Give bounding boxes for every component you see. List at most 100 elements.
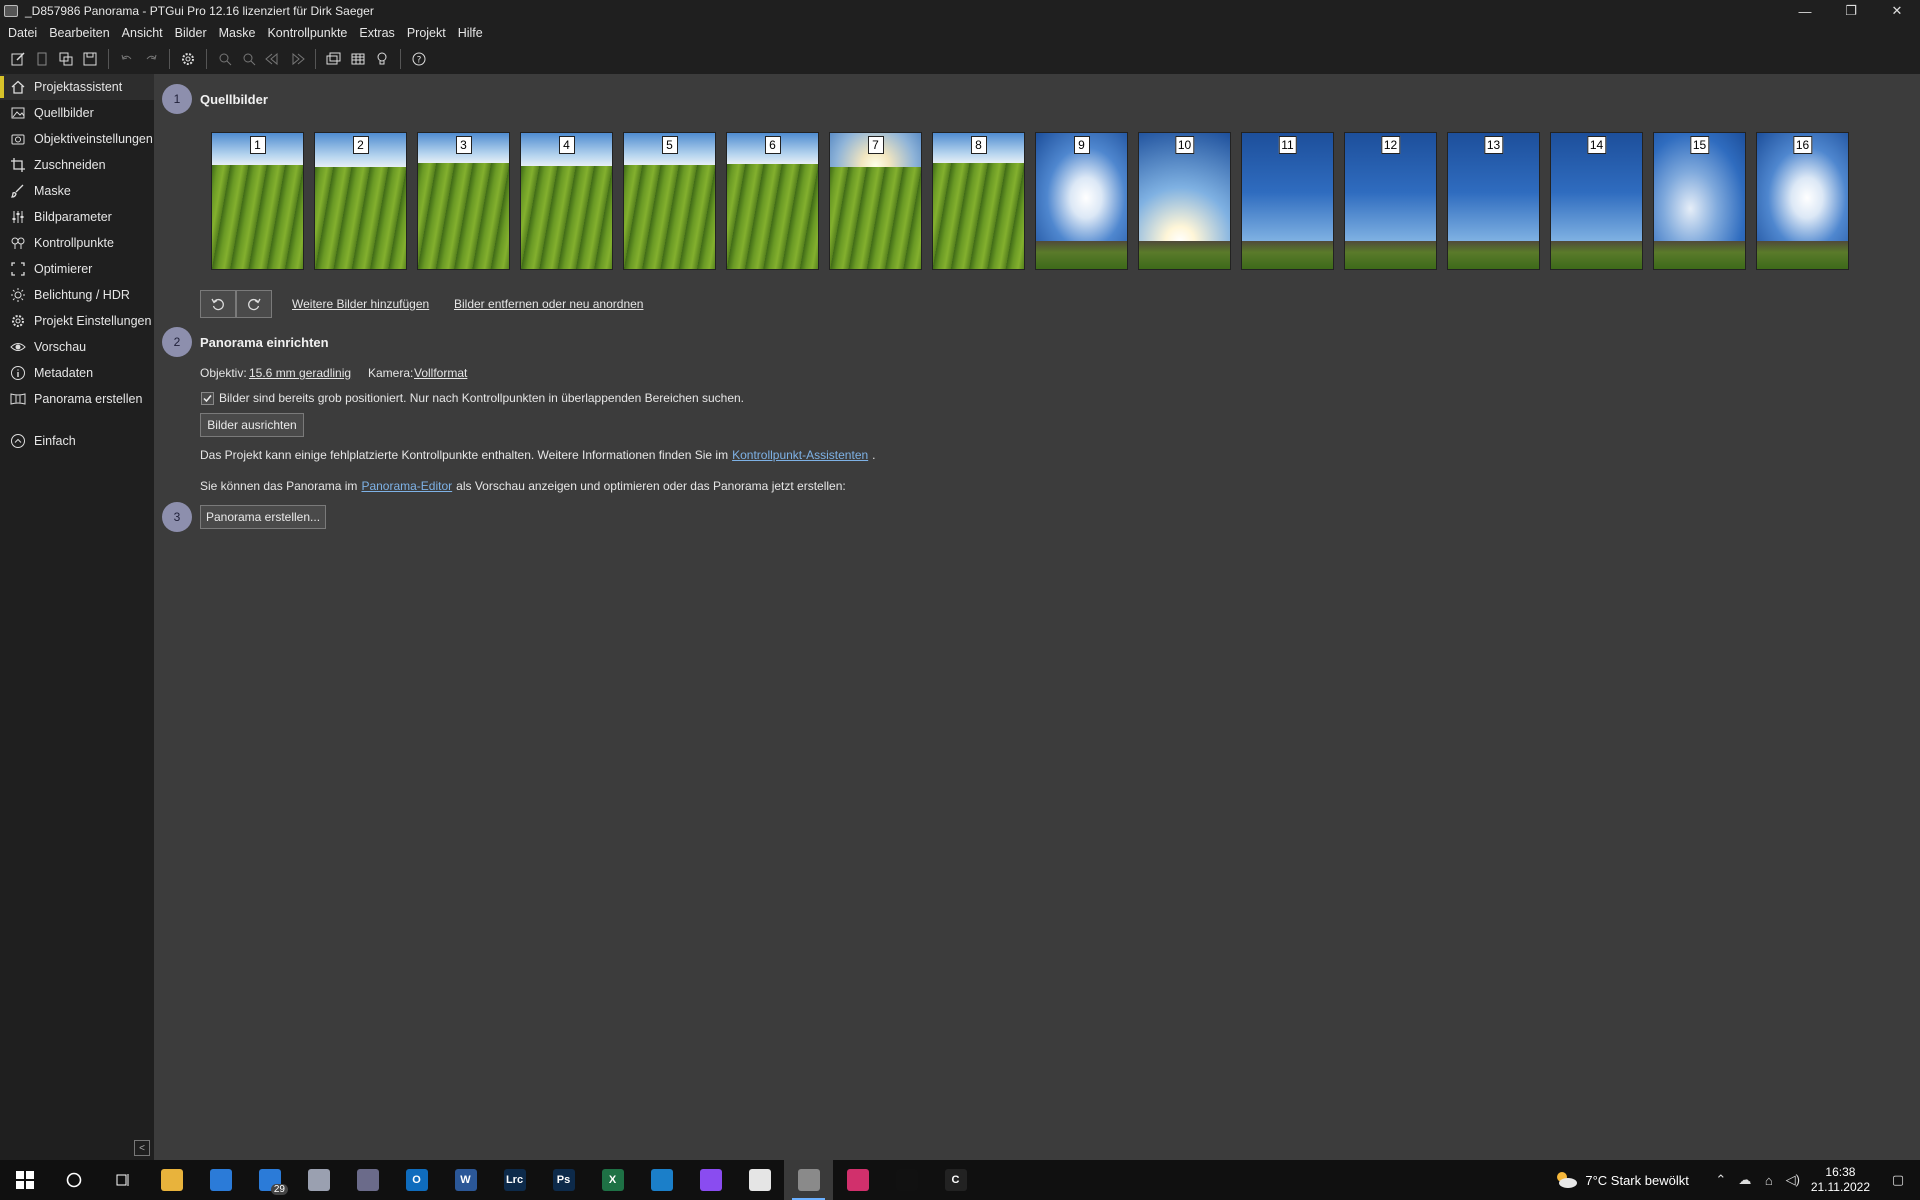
taskbar-lightroom[interactable]: Lrc [490,1160,539,1200]
table-icon[interactable] [346,47,370,71]
lens-link[interactable]: 15.6 mm geradlinig [249,366,351,380]
source-image-thumbnail[interactable]: 9 [1035,132,1128,270]
sidebar-item-bildparameter[interactable]: Bildparameter [0,204,154,230]
taskbar-word[interactable]: W [441,1160,490,1200]
source-image-thumbnail[interactable]: 10 [1138,132,1231,270]
source-image-thumbnail[interactable]: 3 [417,132,510,270]
rotate-left-button[interactable] [200,290,236,318]
prev-icon[interactable] [261,47,285,71]
menu-datei[interactable]: Datei [4,26,45,40]
source-image-thumbnail[interactable]: 16 [1756,132,1849,270]
menu-maske[interactable]: Maske [215,26,264,40]
source-image-thumbnail[interactable]: 8 [932,132,1025,270]
taskbar-mail[interactable]: 29 [245,1160,294,1200]
taskbar-photoshop[interactable]: Ps [539,1160,588,1200]
zoom-in-icon[interactable] [213,47,237,71]
redo-icon[interactable] [139,47,163,71]
positioned-checkbox-label[interactable]: Bilder sind bereits grob positioniert. N… [219,391,744,405]
sidebar-item-vorschau[interactable]: Vorschau [0,334,154,360]
control-point-assistant-link[interactable]: Kontrollpunkt-Assistenten [732,448,868,462]
taskbar-app-q[interactable] [882,1160,931,1200]
onedrive-cloud-icon[interactable]: ☁ [1733,1172,1757,1188]
volume-icon[interactable]: ◁) [1781,1172,1805,1188]
sidebar-item-maske[interactable]: Maske [0,178,154,204]
menu-bearbeiten[interactable]: Bearbeiten [45,26,117,40]
taskbar-windows-start[interactable] [0,1160,49,1200]
sidebar-item-quellbilder[interactable]: Quellbilder [0,100,154,126]
sidebar-mode-einfach[interactable]: Einfach [0,428,154,454]
taskbar-calculator[interactable] [343,1160,392,1200]
taskbar-task-view[interactable] [98,1160,147,1200]
panorama-editor-link[interactable]: Panorama-Editor [361,479,452,493]
source-image-thumbnail[interactable]: 15 [1653,132,1746,270]
undo-icon[interactable] [115,47,139,71]
menu-kontrollpunkte[interactable]: Kontrollpunkte [263,26,355,40]
menu-ansicht[interactable]: Ansicht [118,26,171,40]
taskbar-instagram[interactable] [833,1160,882,1200]
taskbar-edge[interactable] [637,1160,686,1200]
taskbar-network[interactable] [294,1160,343,1200]
chevron-up-icon[interactable]: ⌃ [1709,1172,1733,1188]
sidebar-item-objektiveinstellungen[interactable]: Objektiveinstellungen [0,126,154,152]
add-images-link[interactable]: Weitere Bilder hinzufügen [292,297,429,311]
source-image-thumbnail[interactable]: 4 [520,132,613,270]
close-button[interactable]: ✕ [1874,0,1920,22]
menu-extras[interactable]: Extras [355,26,402,40]
outlook-icon: O [405,1169,428,1191]
taskbar-app-y[interactable] [735,1160,784,1200]
source-image-thumbnail[interactable]: 6 [726,132,819,270]
notification-icon[interactable]: ▢ [1886,1172,1910,1188]
align-images-button[interactable]: Bilder ausrichten [200,413,304,437]
taskbar-outlook[interactable]: O [392,1160,441,1200]
menu-bilder[interactable]: Bilder [171,26,215,40]
collapse-sidebar-button[interactable]: < [134,1140,150,1156]
source-image-thumbnail[interactable]: 1 [211,132,304,270]
settings-icon[interactable] [176,47,200,71]
sidebar-item-panorama-erstellen[interactable]: Panorama erstellen [0,386,154,412]
sidebar-item-projekt-einstellungen[interactable]: Projekt Einstellungen [0,308,154,334]
sidebar-item-kontrollpunkte[interactable]: Kontrollpunkte [0,230,154,256]
taskbar-file-explorer[interactable] [147,1160,196,1200]
source-image-thumbnail[interactable]: 7 [829,132,922,270]
remove-reorder-images-link[interactable]: Bilder entfernen oder neu anordnen [454,297,643,311]
sidebar-item-projektassistent[interactable]: Projektassistent [0,74,154,100]
mail-badge: 29 [270,1184,288,1195]
source-image-thumbnail[interactable]: 11 [1241,132,1334,270]
svg-text:?: ? [417,56,422,66]
next-icon[interactable] [285,47,309,71]
source-image-thumbnail[interactable]: 14 [1550,132,1643,270]
camera-link[interactable]: Vollformat [414,366,467,380]
weather-widget[interactable]: 7°C Stark bewölkt [1553,1170,1689,1190]
positioned-checkbox[interactable] [201,392,214,405]
bulb-icon[interactable] [370,47,394,71]
save-icon[interactable] [78,47,102,71]
zoom-out-icon[interactable] [237,47,261,71]
create-panorama-button[interactable]: Panorama erstellen... [200,505,326,529]
menu-projekt[interactable]: Projekt [403,26,454,40]
menu-hilfe[interactable]: Hilfe [454,26,491,40]
minimize-button[interactable]: — [1782,0,1828,22]
source-image-thumbnail[interactable]: 12 [1344,132,1437,270]
copy-icon[interactable] [54,47,78,71]
taskbar-store[interactable] [196,1160,245,1200]
restore-button[interactable]: ❐ [1828,0,1874,22]
source-image-thumbnail[interactable]: 5 [623,132,716,270]
taskbar-ptgui[interactable] [784,1160,833,1200]
sidebar-item-optimierer[interactable]: Optimierer [0,256,154,282]
taskbar-search-circle[interactable] [49,1160,98,1200]
source-image-thumbnail[interactable]: 2 [314,132,407,270]
new-project-icon[interactable] [6,47,30,71]
source-image-thumbnail[interactable]: 13 [1447,132,1540,270]
panorama-editor-icon[interactable] [322,47,346,71]
sidebar-item-belichtung-hdr[interactable]: Belichtung / HDR [0,282,154,308]
taskbar-excel[interactable]: X [588,1160,637,1200]
network-tray-icon[interactable]: ⌂ [1757,1173,1781,1188]
sidebar-item-zuschneiden[interactable]: Zuschneiden [0,152,154,178]
clock[interactable]: 16:38 21.11.2022 [1811,1165,1870,1195]
help-icon[interactable]: ? [407,47,431,71]
rotate-right-button[interactable] [236,290,272,318]
sidebar-item-metadaten[interactable]: Metadaten [0,360,154,386]
taskbar-messenger[interactable] [686,1160,735,1200]
taskbar-app-c[interactable]: C [931,1160,980,1200]
open-project-icon[interactable] [30,47,54,71]
